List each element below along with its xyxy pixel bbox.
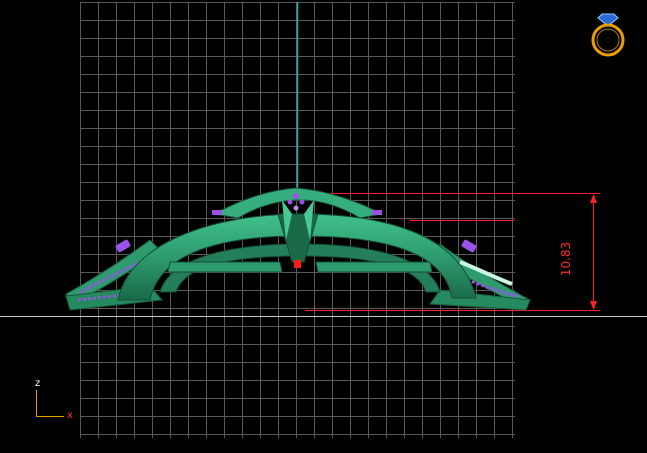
accent-stone-top-left xyxy=(212,210,222,215)
accent-stone-left xyxy=(115,239,131,253)
viewport-scene[interactable] xyxy=(0,0,647,453)
axis-z-label: z xyxy=(35,378,41,389)
dimension-arrow-bottom xyxy=(590,301,597,310)
axis-triad xyxy=(36,390,64,417)
axis-x-label: x xyxy=(67,410,73,421)
accent-stone-right xyxy=(461,239,477,253)
3d-viewport[interactable]: 10.83 z x xyxy=(0,0,647,453)
selection-marker[interactable] xyxy=(294,260,301,268)
gallery-bar-left xyxy=(167,261,283,273)
accent-stone-top-right xyxy=(372,210,382,215)
ring-model[interactable] xyxy=(65,187,531,311)
gallery-bar-right xyxy=(315,261,433,273)
ring-icon[interactable] xyxy=(586,8,630,60)
dimension-value: 10.83 xyxy=(559,241,573,277)
dimension-arrow-top xyxy=(590,194,597,203)
